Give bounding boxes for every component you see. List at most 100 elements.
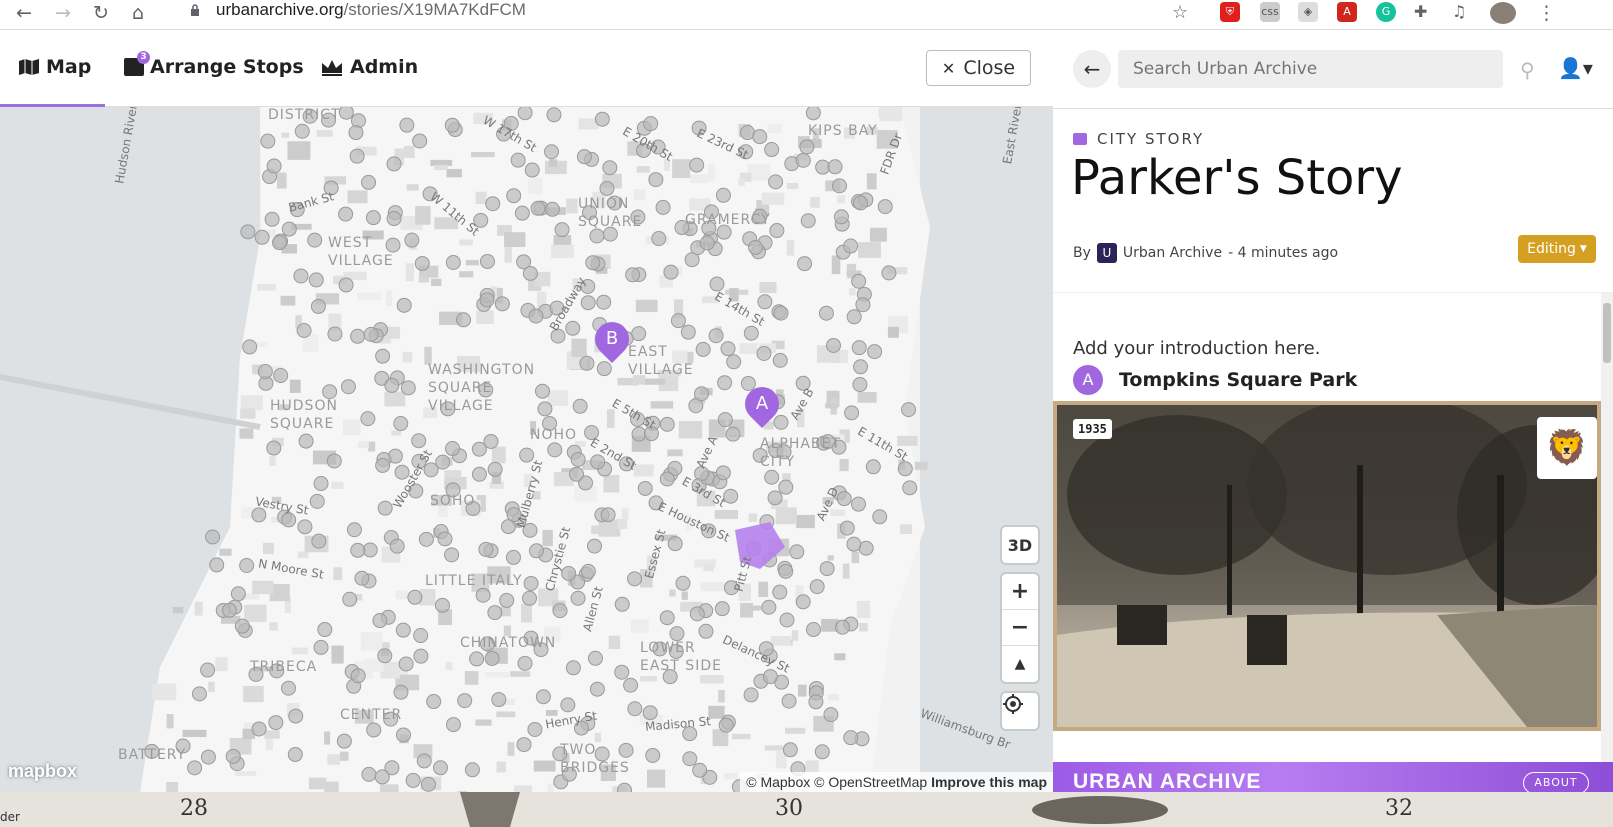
archive-point (580, 563, 596, 579)
search-icon[interactable]: ⚲ (1520, 58, 1535, 82)
city-block (418, 276, 430, 283)
city-block (797, 684, 807, 697)
archive-point (464, 762, 480, 778)
star-icon[interactable]: ☆ (1172, 2, 1188, 23)
city-block (759, 282, 777, 294)
media-icon[interactable]: ♫ (1452, 2, 1466, 21)
extension-icon[interactable]: ◈ (1298, 2, 1318, 22)
more-vert-icon[interactable]: ⋮ (1537, 2, 1556, 24)
tab-admin[interactable]: Admin (320, 56, 418, 78)
stop-marker-b[interactable]: B (587, 314, 637, 364)
3d-button[interactable]: 3D (1002, 527, 1038, 563)
archive-point (757, 294, 773, 310)
zoom-in-button[interactable]: + (1002, 574, 1038, 610)
osm-attribution-link[interactable]: © OpenStreetMap (814, 774, 927, 790)
author-name[interactable]: Urban Archive (1123, 245, 1222, 261)
archive-point (631, 426, 647, 442)
map-label-gramercy: GRAMERCY (685, 212, 771, 228)
user-menu-icon[interactable]: 👤▾ (1558, 56, 1593, 80)
city-block (571, 338, 587, 357)
archive-point (839, 520, 855, 536)
city-block (700, 582, 724, 592)
archive-point (200, 749, 216, 765)
archive-point (260, 133, 276, 149)
city-block (475, 719, 492, 726)
address-bar[interactable]: urbanarchive.org/stories/X19MA7KdFCM (216, 0, 526, 20)
editing-dropdown-button[interactable]: Editing ▼ (1518, 235, 1596, 263)
archive-point (819, 561, 835, 577)
profile-avatar[interactable] (1490, 2, 1516, 24)
city-block (703, 563, 714, 572)
city-block (470, 151, 495, 158)
home-icon[interactable]: ⌂ (132, 2, 144, 24)
back-arrow-icon[interactable]: ← (16, 2, 32, 24)
archive-point (834, 619, 850, 635)
archive-point (843, 730, 859, 746)
city-block (510, 671, 531, 677)
search-input[interactable] (1118, 50, 1503, 88)
city-block (617, 518, 628, 530)
map-canvas[interactable]: DISTRICT KIPS BAY WEST VILLAGE UNION SQU… (0, 107, 1053, 792)
archive-point (349, 148, 365, 164)
archive-point (395, 727, 411, 743)
city-block (444, 470, 462, 478)
city-block (360, 632, 383, 651)
tab-map[interactable]: Map (18, 56, 91, 78)
archive-point (815, 159, 831, 175)
archive-point (877, 199, 893, 215)
archive-point (354, 570, 370, 586)
footer-brand[interactable]: URBAN ARCHIVE (1073, 770, 1261, 794)
city-block (269, 456, 276, 467)
3d-toggle-control: 3D (1002, 527, 1038, 563)
scrollbar-thumb[interactable] (1603, 303, 1611, 363)
archive-point (772, 352, 788, 368)
archive-point (471, 466, 487, 482)
story-introduction[interactable]: Add your introduction here. (1073, 338, 1320, 359)
reload-icon[interactable]: ↻ (93, 2, 109, 24)
archive-point (418, 531, 434, 547)
scrollbar[interactable] (1601, 293, 1613, 762)
pdf-extension-icon[interactable]: A (1337, 2, 1357, 22)
stop-marker-a[interactable]: A (737, 379, 787, 429)
city-block (834, 653, 846, 661)
caret-down-icon: ▼ (1579, 244, 1587, 254)
story-content[interactable]: Add your introduction here. A Tompkins S… (1053, 292, 1613, 762)
ublock-extension-icon[interactable]: ⛨ (1220, 2, 1240, 22)
grammarly-extension-icon[interactable]: G (1376, 2, 1396, 22)
mapbox-logo[interactable]: mapbox (8, 761, 77, 782)
archive-point (708, 328, 724, 344)
archive-point (360, 411, 376, 427)
city-block (239, 428, 254, 439)
puzzle-icon[interactable]: ✚ (1414, 2, 1427, 21)
geolocate-button[interactable] (1002, 693, 1038, 729)
city-block (830, 509, 845, 517)
mapbox-attribution-link[interactable]: © Mapbox (746, 774, 810, 790)
city-block (786, 239, 795, 256)
forward-arrow-icon[interactable]: → (55, 2, 71, 24)
city-block (431, 278, 442, 287)
archive-point (510, 152, 526, 168)
back-button[interactable]: ← (1073, 50, 1111, 88)
css-extension-icon[interactable]: css (1260, 2, 1280, 22)
city-block (289, 379, 301, 393)
zoom-controls: + − ▲ (1002, 574, 1038, 682)
archive-point (393, 684, 409, 700)
city-block (459, 239, 473, 246)
city-block (308, 777, 327, 790)
historic-photo[interactable]: 1935 🦁 (1053, 401, 1601, 731)
compass-button[interactable]: ▲ (1002, 646, 1038, 682)
archive-point (414, 255, 430, 271)
tab-arrange-stops[interactable]: 3 Arrange Stops (124, 51, 304, 78)
archive-point (693, 386, 709, 402)
improve-map-link[interactable]: Improve this map (931, 774, 1047, 790)
archive-point (797, 256, 813, 272)
archive-point (651, 231, 667, 247)
archive-point (517, 107, 533, 121)
archive-point (855, 297, 871, 313)
archive-point (627, 701, 643, 717)
stop-heading[interactable]: A Tompkins Square Park (1073, 365, 1357, 395)
city-block (415, 206, 431, 225)
about-button[interactable]: ABOUT (1523, 772, 1589, 794)
close-button[interactable]: ✕ Close (926, 50, 1031, 86)
zoom-out-button[interactable]: − (1002, 610, 1038, 646)
